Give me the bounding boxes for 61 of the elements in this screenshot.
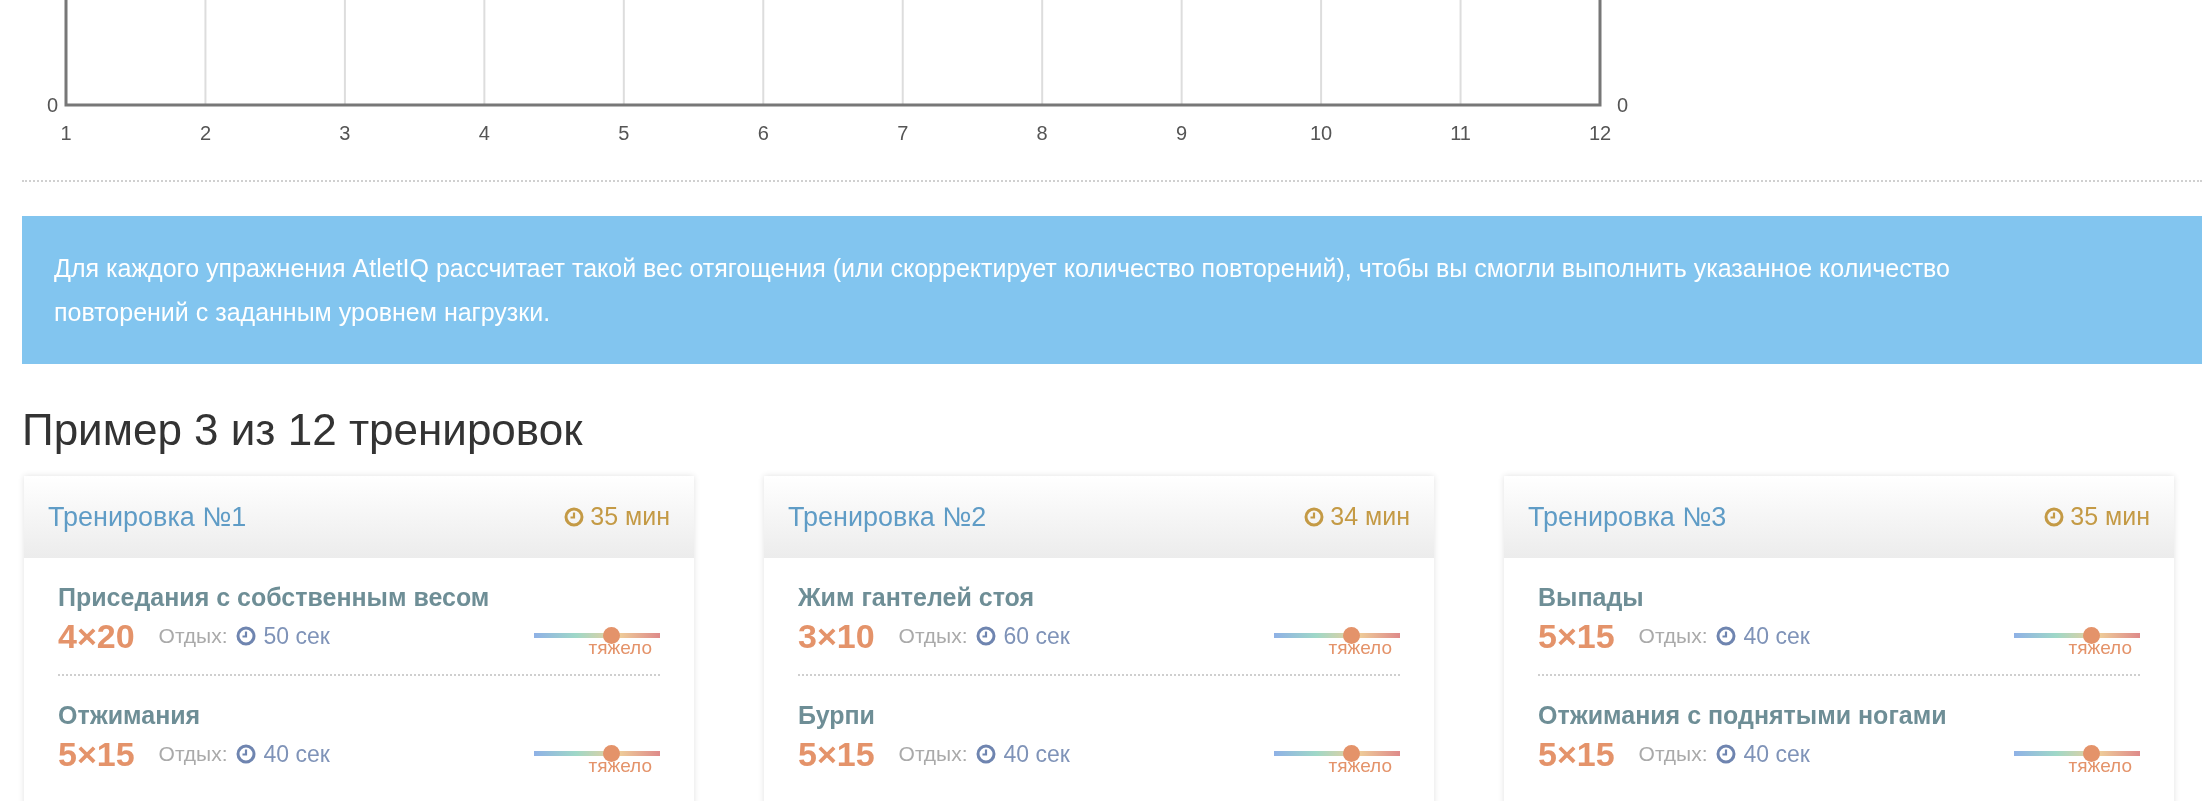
rest-time: 40 сек <box>1743 621 1810 651</box>
rest-label: Отдых: <box>898 741 968 768</box>
exercise-name: Бурпи <box>798 700 876 731</box>
exercise-name: Отжимания <box>58 700 202 731</box>
duration: 35 мин <box>590 501 670 533</box>
clock-icon <box>564 507 585 527</box>
x-tick-label: 12 <box>1588 122 1612 144</box>
clock-icon <box>235 626 256 646</box>
sets-reps: 5×15 <box>1538 734 1615 775</box>
x-tick-label: 5 <box>618 122 630 144</box>
sets-reps: 5×15 <box>1538 616 1615 657</box>
intensity-label: тяжело <box>1328 756 1393 776</box>
exercise-name: Приседания с собственным весом <box>58 582 490 613</box>
x-tick-label: 2 <box>199 122 211 144</box>
x-tick-label: 1 <box>60 122 72 144</box>
intensity-label: тяжело <box>588 756 653 776</box>
duration: 34 мин <box>1330 501 1410 533</box>
sets-reps: 3×10 <box>798 616 875 657</box>
info-banner-text: Для каждого упражнения AtletIQ рассчитает такой вес отягощения (или скорректирует количество повторений), чтобы вы смогли выполнить указанное количество повторений с заданным уровнем нагрузки. <box>54 253 1951 328</box>
rest-time: 60 сек <box>1003 621 1070 651</box>
x-tick-label: 4 <box>478 122 490 144</box>
workout-title: Тренировка №2 <box>788 500 987 534</box>
y-tick-label: 0 <box>1617 94 1629 116</box>
x-tick-label: 11 <box>1450 122 1471 144</box>
clock-icon <box>1715 626 1736 646</box>
sets-reps: 5×15 <box>58 734 135 775</box>
sets-reps: 5×15 <box>798 734 875 775</box>
intensity-label: тяжело <box>588 638 653 658</box>
rest-label: Отдых: <box>158 623 228 650</box>
x-tick-label: 7 <box>897 122 909 144</box>
x-tick-label: 3 <box>339 122 351 144</box>
sets-reps: 4×20 <box>58 616 135 657</box>
y-tick-label: 0 <box>46 94 58 116</box>
x-tick-label: 9 <box>1176 122 1188 144</box>
clock-icon <box>1304 507 1325 527</box>
intensity-label: тяжело <box>2068 638 2133 658</box>
section-heading: Пример 3 из 12 тренировок <box>22 404 584 456</box>
clock-icon <box>975 744 996 764</box>
exercise-name: Жим гантелей стоя <box>798 582 1036 613</box>
exercise-name: Отжимания с поднятыми ногами <box>1538 700 1947 731</box>
clock-icon <box>235 744 256 764</box>
rest-time: 50 сек <box>263 621 330 651</box>
rest-time: 40 сек <box>1743 739 1810 769</box>
clock-icon <box>975 626 996 646</box>
intensity-label: тяжело <box>1328 638 1393 658</box>
intensity-label: тяжело <box>2068 756 2133 776</box>
rest-label: Отдых: <box>1638 741 1708 768</box>
rest-label: Отдых: <box>898 623 968 650</box>
x-tick-label: 6 <box>757 122 769 144</box>
workout-title: Тренировка №1 <box>48 500 247 534</box>
rest-label: Отдых: <box>1638 623 1708 650</box>
x-tick-label: 10 <box>1309 122 1333 144</box>
x-tick-label: 8 <box>1036 122 1048 144</box>
rest-label: Отдых: <box>158 741 228 768</box>
clock-icon <box>1715 744 1736 764</box>
exercise-name: Выпады <box>1538 582 1645 613</box>
clock-icon <box>2044 507 2065 527</box>
rest-time: 40 сек <box>1003 739 1070 769</box>
rest-time: 40 сек <box>263 739 330 769</box>
duration: 35 мин <box>2070 501 2150 533</box>
workout-title: Тренировка №3 <box>1528 500 1727 534</box>
